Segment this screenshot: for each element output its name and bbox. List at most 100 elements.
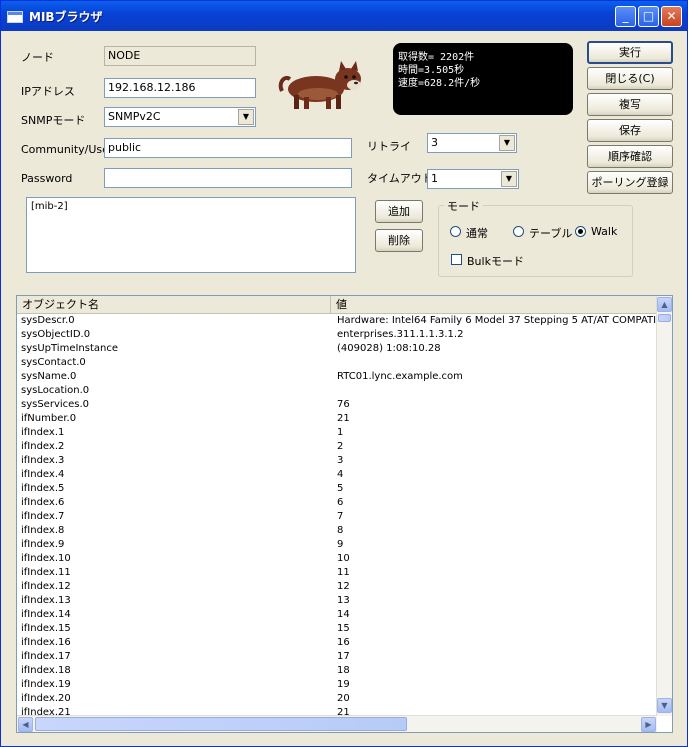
save-button[interactable]: 保存 bbox=[587, 119, 673, 142]
cell-object-name: sysDescr.0 bbox=[21, 315, 75, 326]
table-row[interactable]: ifIndex.18 18 bbox=[17, 664, 657, 678]
mode-table-label[interactable]: テーブル bbox=[529, 225, 572, 241]
cell-value: 1 bbox=[337, 427, 344, 438]
mode-normal-label[interactable]: 通常 bbox=[466, 225, 488, 241]
order-check-button[interactable]: 順序確認 bbox=[587, 145, 673, 168]
maximize-button[interactable]: □ bbox=[638, 6, 659, 27]
password-input[interactable] bbox=[104, 168, 352, 188]
table-row[interactable]: sysContact.0 bbox=[17, 356, 657, 370]
cell-value: 9 bbox=[337, 539, 344, 550]
table-row[interactable]: sysServices.0 76 bbox=[17, 398, 657, 412]
cell-object-name: ifIndex.6 bbox=[21, 497, 65, 508]
cell-value: 3 bbox=[337, 455, 344, 466]
list-item[interactable]: [mib-2] bbox=[31, 201, 351, 212]
cell-value: 8 bbox=[337, 525, 344, 536]
cell-object-name: sysObjectID.0 bbox=[21, 329, 91, 340]
table-row[interactable]: ifIndex.7 7 bbox=[17, 510, 657, 524]
cell-object-name: ifIndex.14 bbox=[21, 609, 71, 620]
scroll-left-arrow-icon[interactable]: ◀ bbox=[18, 717, 33, 732]
timeout-label: タイムアウト bbox=[367, 172, 433, 185]
cell-object-name: ifIndex.16 bbox=[21, 637, 71, 648]
table-row[interactable]: sysUpTimeInstance (409028) 1:08:10.28 bbox=[17, 342, 657, 356]
table-row[interactable]: ifIndex.1 1 bbox=[17, 426, 657, 440]
add-button[interactable]: 追加 bbox=[375, 200, 423, 223]
chevron-down-icon[interactable]: ▼ bbox=[501, 171, 517, 187]
cell-value: Hardware: Intel64 Family 6 Model 37 Step… bbox=[337, 315, 657, 326]
delete-button[interactable]: 削除 bbox=[375, 229, 423, 252]
bulk-mode-checkbox[interactable] bbox=[451, 254, 462, 265]
table-row[interactable]: ifIndex.4 4 bbox=[17, 468, 657, 482]
horizontal-scroll-thumb[interactable] bbox=[35, 717, 407, 731]
scroll-right-arrow-icon[interactable]: ▶ bbox=[641, 717, 656, 732]
close-button[interactable]: 閉じる(C) bbox=[587, 67, 673, 90]
cell-object-name: ifIndex.18 bbox=[21, 665, 71, 676]
scroll-up-arrow-icon[interactable]: ▲ bbox=[657, 297, 672, 312]
chevron-down-icon[interactable]: ▼ bbox=[499, 135, 515, 151]
run-button[interactable]: 実行 bbox=[587, 41, 673, 64]
table-row[interactable]: ifIndex.2 2 bbox=[17, 440, 657, 454]
ip-address-input[interactable]: 192.168.12.186 bbox=[104, 78, 256, 98]
table-row[interactable]: ifIndex.15 15 bbox=[17, 622, 657, 636]
table-row[interactable]: ifIndex.8 8 bbox=[17, 524, 657, 538]
table-row[interactable]: ifIndex.14 14 bbox=[17, 608, 657, 622]
oid-list[interactable]: [mib-2] bbox=[26, 197, 356, 273]
table-row[interactable]: ifIndex.11 11 bbox=[17, 566, 657, 580]
table-row[interactable]: ifIndex.17 17 bbox=[17, 650, 657, 664]
snmp-mode-label: SNMPモード bbox=[21, 114, 86, 127]
cell-object-name: ifIndex.8 bbox=[21, 525, 65, 536]
snmp-mode-select[interactable]: SNMPv2C ▼ bbox=[104, 107, 256, 127]
table-row[interactable]: ifIndex.12 12 bbox=[17, 580, 657, 594]
table-row[interactable]: ifIndex.5 5 bbox=[17, 482, 657, 496]
table-row[interactable]: ifIndex.16 16 bbox=[17, 636, 657, 650]
chevron-down-icon[interactable]: ▼ bbox=[238, 109, 254, 125]
table-row[interactable]: ifIndex.20 20 bbox=[17, 692, 657, 706]
cell-object-name: ifNumber.0 bbox=[21, 413, 77, 424]
table-row[interactable]: ifNumber.0 21 bbox=[17, 412, 657, 426]
timeout-select[interactable]: 1 ▼ bbox=[427, 169, 519, 189]
table-row[interactable]: ifIndex.10 10 bbox=[17, 552, 657, 566]
table-row[interactable]: sysName.0 RTC01.lync.example.com bbox=[17, 370, 657, 384]
table-row[interactable]: ifIndex.6 6 bbox=[17, 496, 657, 510]
bulk-mode-label[interactable]: Bulkモード bbox=[467, 253, 524, 269]
cell-object-name: ifIndex.19 bbox=[21, 679, 71, 690]
stats-panel: 取得数= 2202件 時間=3.505秒 速度=628.2件/秒 bbox=[393, 43, 573, 115]
results-table[interactable]: オブジェクト名 値 sysDescr.0 Hardware: Intel64 Fa… bbox=[16, 295, 673, 733]
table-row[interactable]: sysLocation.0 bbox=[17, 384, 657, 398]
cell-object-name: ifIndex.1 bbox=[21, 427, 65, 438]
title-bar[interactable]: MIBブラウザ _ □ ✕ bbox=[1, 1, 687, 31]
vertical-scrollbar[interactable]: ▲ ▼ bbox=[656, 296, 672, 716]
cell-object-name: ifIndex.15 bbox=[21, 623, 71, 634]
column-header-value[interactable]: 値 bbox=[331, 296, 657, 314]
horizontal-scrollbar[interactable]: ◀ ▶ bbox=[17, 715, 657, 732]
polling-register-button[interactable]: ポーリング登録 bbox=[587, 171, 673, 194]
mib-browser-window: MIBブラウザ _ □ ✕ ノード NODE IPアドレス 192.168.12… bbox=[0, 0, 688, 747]
vertical-scroll-thumb[interactable] bbox=[658, 314, 671, 322]
table-row[interactable]: sysObjectID.0 enterprises.311.1.1.3.1.2 bbox=[17, 328, 657, 342]
cell-object-name: ifIndex.5 bbox=[21, 483, 65, 494]
scroll-down-arrow-icon[interactable]: ▼ bbox=[657, 698, 672, 713]
mode-group-title: モード bbox=[444, 198, 483, 214]
close-window-button[interactable]: ✕ bbox=[661, 6, 682, 27]
minimize-button[interactable]: _ bbox=[615, 6, 636, 27]
mode-normal-radio[interactable] bbox=[450, 226, 461, 237]
cell-object-name: ifIndex.20 bbox=[21, 693, 71, 704]
retry-select[interactable]: 3 ▼ bbox=[427, 133, 517, 153]
cell-value: 11 bbox=[337, 567, 350, 578]
table-row[interactable]: ifIndex.19 19 bbox=[17, 678, 657, 692]
mode-walk-label[interactable]: Walk bbox=[591, 225, 617, 238]
cell-value: enterprises.311.1.1.3.1.2 bbox=[337, 329, 464, 340]
mode-table-radio[interactable] bbox=[513, 226, 524, 237]
retry-label: リトライ bbox=[367, 140, 411, 153]
table-row[interactable]: ifIndex.13 13 bbox=[17, 594, 657, 608]
cell-object-name: sysName.0 bbox=[21, 371, 77, 382]
mode-walk-radio[interactable] bbox=[575, 226, 586, 237]
table-row[interactable]: ifIndex.3 3 bbox=[17, 454, 657, 468]
community-input[interactable]: public bbox=[104, 138, 352, 158]
cell-value: 4 bbox=[337, 469, 344, 480]
column-header-object-name[interactable]: オブジェクト名 bbox=[17, 296, 331, 314]
table-row[interactable]: sysDescr.0 Hardware: Intel64 Family 6 Mod… bbox=[17, 314, 657, 328]
table-row[interactable]: ifIndex.9 9 bbox=[17, 538, 657, 552]
copy-button[interactable]: 複写 bbox=[587, 93, 673, 116]
cell-object-name: sysUpTimeInstance bbox=[21, 343, 119, 354]
cell-object-name: ifIndex.13 bbox=[21, 595, 71, 606]
